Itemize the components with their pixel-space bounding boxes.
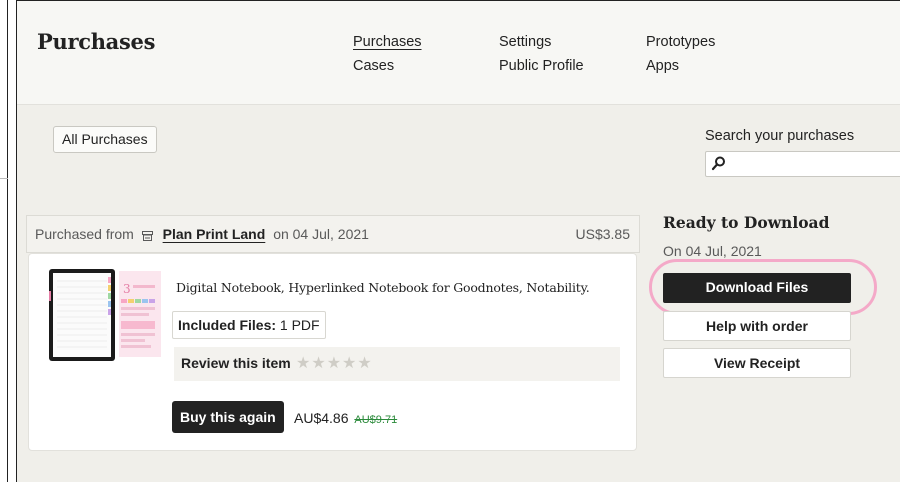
shop-name-link[interactable]: Plan Print Land: [159, 226, 270, 242]
review-row: Review this item ★★★★★: [174, 347, 620, 381]
nav-link-cases[interactable]: Cases: [353, 58, 394, 74]
nav-link-public-profile[interactable]: Public Profile: [499, 58, 584, 74]
purchase-source: Purchased from Plan Print Land on 04 Jul…: [35, 226, 369, 242]
page-title: Purchases: [37, 29, 156, 54]
review-label: Review this item: [181, 355, 291, 371]
item-price: AU$4.86 AU$9.71: [294, 410, 397, 426]
search-icon: [711, 156, 725, 171]
item-title[interactable]: Digital Notebook, Hyperlinked Notebook f…: [176, 280, 590, 295]
download-date: On 04 Jul, 2021: [663, 243, 762, 259]
download-files-button[interactable]: Download Files: [663, 273, 851, 303]
all-purchases-filter[interactable]: All Purchases: [53, 126, 157, 153]
ready-to-download-heading: Ready to Download: [663, 213, 830, 232]
star-icon[interactable]: ★: [327, 355, 342, 372]
included-files-label: Included Files:: [178, 317, 277, 333]
nav-link-purchases[interactable]: Purchases: [353, 34, 422, 50]
header: Purchases Purchases Settings Prototypes …: [17, 1, 900, 105]
star-icon[interactable]: ★: [357, 355, 372, 372]
search-box[interactable]: [705, 151, 900, 177]
shop-icon: [141, 231, 153, 241]
purchase-header: Purchased from Plan Print Land on 04 Jul…: [26, 215, 640, 253]
included-files-badge: Included Files: 1 PDF: [172, 311, 326, 339]
purchases-window: Purchases Purchases Settings Prototypes …: [16, 0, 900, 482]
left-panel-edge: [0, 0, 8, 482]
star-icon[interactable]: ★: [311, 355, 326, 372]
nav-link-prototypes[interactable]: Prototypes: [646, 34, 715, 50]
purchased-from-label: Purchased from: [35, 226, 134, 242]
search-label: Search your purchases: [705, 128, 855, 144]
star-rating[interactable]: ★★★★★: [296, 353, 373, 373]
buy-again-button[interactable]: Buy this again: [172, 401, 284, 433]
original-price: AU$9.71: [354, 414, 398, 426]
search-input[interactable]: [730, 154, 900, 174]
svg-text:3: 3: [123, 282, 131, 296]
current-price: AU$4.86: [294, 410, 349, 426]
star-icon[interactable]: ★: [342, 355, 357, 372]
included-files-value: 1 PDF: [279, 317, 320, 333]
help-with-order-button[interactable]: Help with order: [663, 311, 851, 341]
purchase-date: on 04 Jul, 2021: [273, 226, 369, 242]
nav-link-settings[interactable]: Settings: [499, 34, 551, 50]
item-thumbnail[interactable]: 3: [49, 269, 161, 361]
order-total: US$3.85: [575, 226, 630, 242]
nav-link-apps[interactable]: Apps: [646, 58, 679, 74]
star-icon[interactable]: ★: [296, 355, 311, 372]
purchased-item-card: 3 Digital Notebook, Hyperlinked Notebook…: [28, 253, 637, 451]
view-receipt-button[interactable]: View Receipt: [663, 348, 851, 378]
left-panel-divider: [0, 178, 8, 179]
